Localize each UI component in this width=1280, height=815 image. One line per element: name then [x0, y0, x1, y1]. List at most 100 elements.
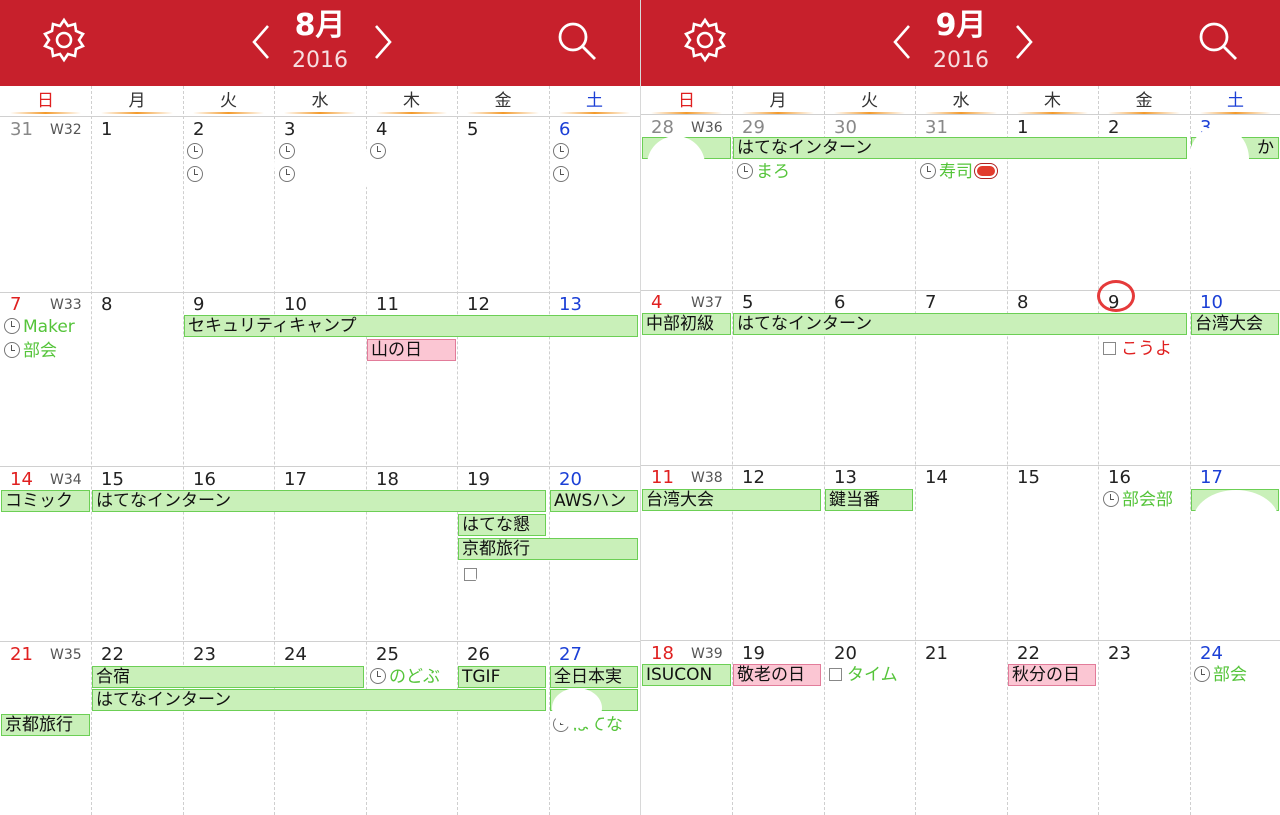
day-number[interactable]: 25 — [376, 644, 399, 666]
day-number[interactable]: 27 — [559, 644, 582, 666]
day-number[interactable]: 26 — [467, 644, 490, 666]
gear-icon[interactable] — [40, 16, 88, 64]
day-number[interactable]: 13 — [834, 467, 857, 489]
day-number[interactable]: 24 — [1200, 643, 1223, 665]
weekday-sun: 日 — [641, 86, 732, 116]
all-day-event[interactable]: ISUCON — [642, 664, 731, 686]
prev-month-arrow-icon[interactable] — [250, 24, 272, 60]
day-number[interactable]: 20 — [834, 643, 857, 665]
all-day-event[interactable]: セキュリティキャンプ — [184, 315, 638, 337]
all-day-event[interactable]: AWSハン — [550, 490, 638, 512]
day-number[interactable]: 19 — [742, 643, 765, 665]
day-number[interactable]: 1 — [1017, 117, 1028, 139]
day-number[interactable]: 3 — [284, 119, 295, 141]
todo-event[interactable]: こうよ — [1103, 338, 1189, 360]
checkbox-icon[interactable] — [1103, 342, 1116, 355]
day-number[interactable]: 17 — [284, 469, 307, 491]
day-number[interactable]: 22 — [101, 644, 124, 666]
all-day-event[interactable]: TGIF — [458, 666, 546, 688]
all-day-event[interactable]: 京都旅行 — [1, 714, 90, 736]
all-day-event[interactable]: 中部初級 — [642, 313, 731, 335]
day-number[interactable]: 8 — [101, 294, 112, 316]
day-number[interactable]: 18 — [651, 643, 674, 665]
day-number[interactable]: 7 — [925, 292, 936, 314]
day-number[interactable]: 20 — [559, 469, 582, 491]
all-day-event[interactable]: 台湾大会 — [1191, 313, 1279, 335]
prev-month-arrow-icon[interactable] — [891, 24, 913, 60]
day-number[interactable]: 12 — [742, 467, 765, 489]
todo-event[interactable]: タイム — [829, 664, 915, 686]
timed-event[interactable]: のどぶ — [370, 666, 456, 688]
day-number[interactable]: 17 — [1200, 467, 1223, 489]
day-number[interactable]: 2 — [193, 119, 204, 141]
day-number[interactable]: 24 — [284, 644, 307, 666]
day-number[interactable]: 23 — [193, 644, 216, 666]
day-number[interactable]: 31 — [925, 117, 948, 139]
timed-event[interactable]: 部会 — [1194, 664, 1280, 686]
day-number[interactable]: 9 — [193, 294, 204, 316]
day-number[interactable]: 2 — [1108, 117, 1119, 139]
all-day-event[interactable]: コミック — [1, 490, 90, 512]
holiday-event[interactable]: 秋分の日 — [1008, 664, 1096, 686]
timed-event[interactable]: 寿司 — [920, 161, 1010, 183]
day-number[interactable]: 6 — [834, 292, 845, 314]
day-number[interactable]: 8 — [1017, 292, 1028, 314]
all-day-event[interactable]: 京都旅行 — [458, 538, 638, 560]
all-day-event[interactable]: はてなインターン — [92, 689, 546, 711]
day-number[interactable]: 22 — [1017, 643, 1040, 665]
day-number[interactable]: 11 — [376, 294, 399, 316]
day-number[interactable]: 9 — [1108, 292, 1119, 314]
day-number[interactable]: 14 — [925, 467, 948, 489]
day-number[interactable]: 14 — [10, 469, 33, 491]
next-month-arrow-icon[interactable] — [1013, 24, 1035, 60]
day-number[interactable]: 30 — [834, 117, 857, 139]
holiday-event[interactable]: 敬老の日 — [733, 664, 821, 686]
all-day-event[interactable]: はてなインターン — [92, 490, 546, 512]
next-month-arrow-icon[interactable] — [372, 24, 394, 60]
gear-icon[interactable] — [681, 16, 729, 64]
day-number[interactable]: 21 — [10, 644, 33, 666]
all-day-event[interactable]: はてなインターン — [733, 313, 1187, 335]
day-number[interactable]: 5 — [742, 292, 753, 314]
day-number[interactable]: 1 — [101, 119, 112, 141]
day-number[interactable]: 29 — [742, 117, 765, 139]
all-day-event[interactable]: 台湾大会 — [642, 489, 821, 511]
checkbox-icon[interactable] — [829, 668, 842, 681]
day-number[interactable]: 6 — [559, 119, 570, 141]
day-number[interactable]: 13 — [559, 294, 582, 316]
day-number[interactable]: 23 — [1108, 643, 1131, 665]
day-number[interactable]: 4 — [376, 119, 387, 141]
day-number[interactable]: 15 — [1017, 467, 1040, 489]
week-number: W35 — [50, 647, 82, 663]
redaction-blob — [474, 560, 546, 620]
day-number[interactable]: 11 — [651, 467, 674, 489]
day-number[interactable]: 10 — [284, 294, 307, 316]
day-number[interactable]: 18 — [376, 469, 399, 491]
search-icon[interactable] — [556, 20, 598, 62]
redaction-blob — [392, 136, 456, 194]
timed-event[interactable]: 部会部 — [1103, 489, 1189, 511]
day-number[interactable]: 5 — [467, 119, 478, 141]
all-day-event[interactable]: 合宿 — [92, 666, 364, 688]
day-number[interactable]: 12 — [467, 294, 490, 316]
day-number[interactable]: 21 — [925, 643, 948, 665]
search-icon[interactable] — [1197, 20, 1239, 62]
day-number[interactable]: 4 — [651, 292, 662, 314]
day-number[interactable]: 15 — [101, 469, 124, 491]
all-day-event[interactable]: 鍵当番 — [825, 489, 913, 511]
timed-event[interactable]: 部会 — [4, 340, 90, 362]
day-number[interactable]: 16 — [193, 469, 216, 491]
day-number[interactable]: 10 — [1200, 292, 1223, 314]
all-day-event[interactable]: 全日本実 — [550, 666, 638, 688]
day-number[interactable]: 31 — [10, 119, 33, 141]
day-number[interactable]: 19 — [467, 469, 490, 491]
day-number[interactable]: 16 — [1108, 467, 1131, 489]
day-number[interactable]: 7 — [10, 294, 21, 316]
all-day-event[interactable]: はてなインターン — [733, 137, 1187, 159]
all-day-event[interactable]: はてな懇 — [458, 514, 546, 536]
timed-event[interactable]: まろ — [737, 161, 823, 183]
holiday-event[interactable]: 山の日 — [367, 339, 456, 361]
clock-icon — [737, 163, 753, 179]
redaction-blob — [1189, 126, 1249, 192]
timed-event[interactable]: Maker — [4, 316, 90, 338]
